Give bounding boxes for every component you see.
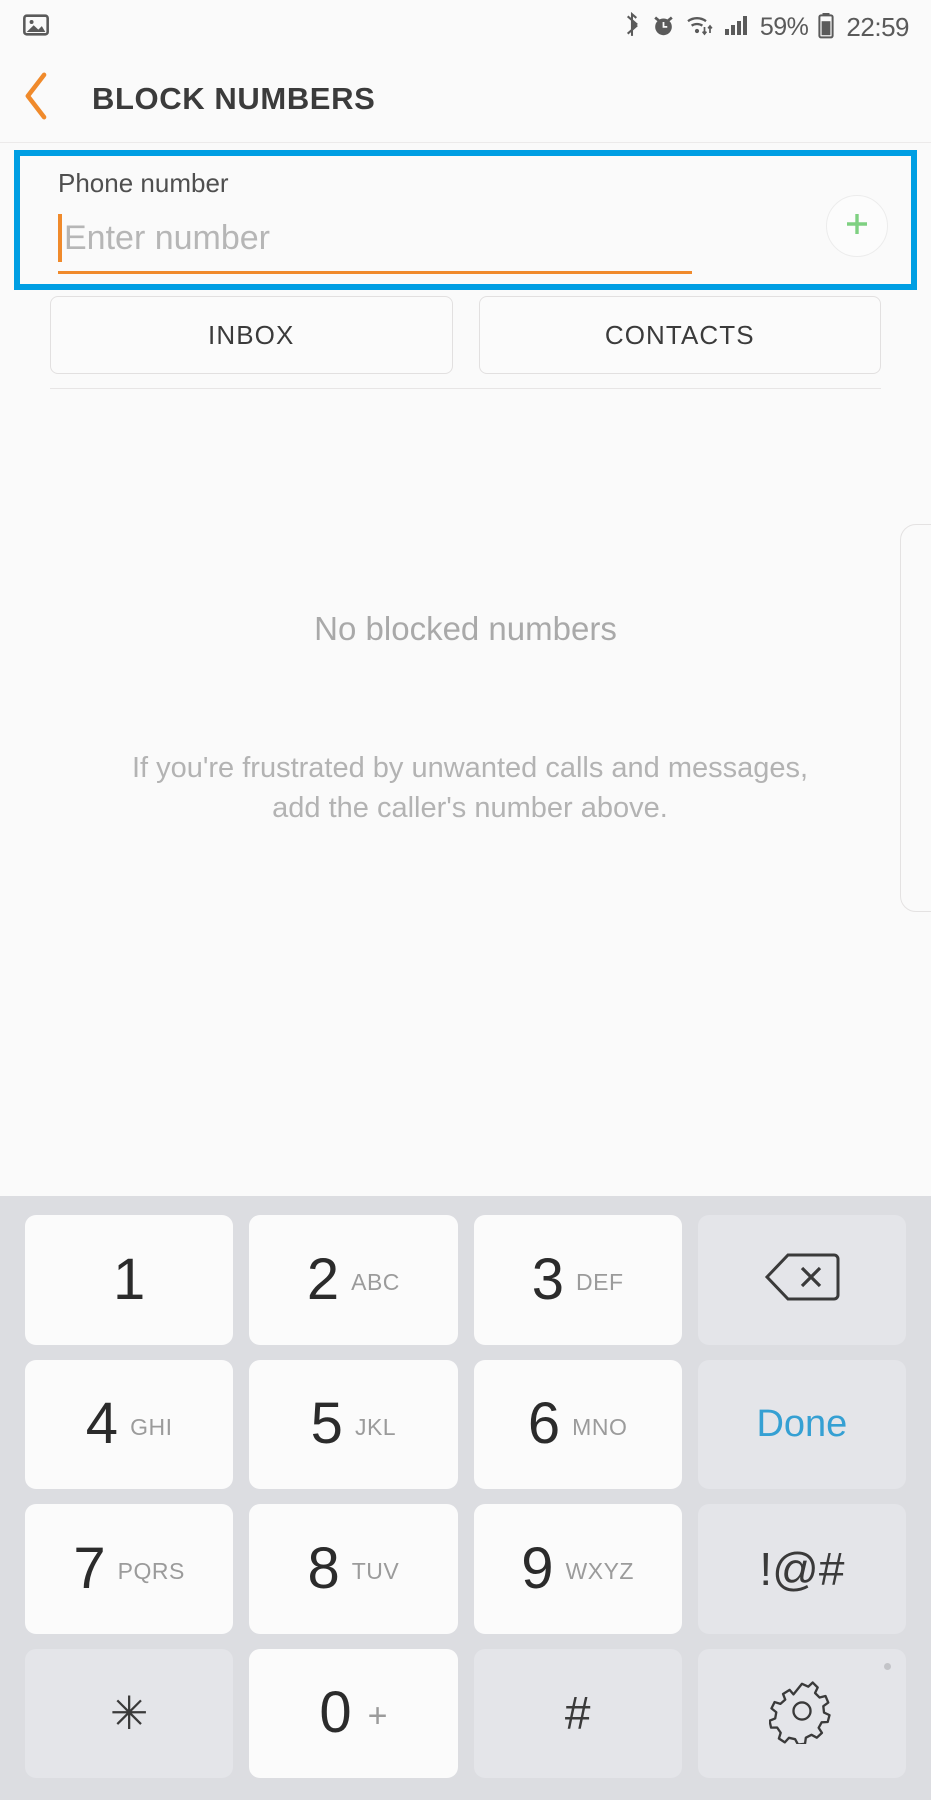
key-letters-label: DEF: [576, 1269, 624, 1296]
key-digit-label: 3: [531, 1246, 564, 1312]
key-symbol-label: !@#: [759, 1542, 845, 1595]
key-5[interactable]: 5 JKL: [249, 1359, 458, 1489]
key-symbol-label: #: [564, 1687, 591, 1740]
empty-state-description: If you're frustrated by unwanted calls a…: [131, 752, 809, 825]
key-done-label: Done: [756, 1402, 848, 1445]
phone-number-field-highlight: Phone number: [14, 150, 917, 290]
phone-number-input[interactable]: [64, 210, 693, 266]
key-letters-label: ABC: [351, 1269, 400, 1296]
key-digit-label: 0: [319, 1680, 352, 1746]
key-letters-label: MNO: [572, 1413, 628, 1440]
gear-icon: [768, 1678, 835, 1749]
key-letters-label: JKL: [354, 1413, 397, 1440]
key-letters-label: WXYZ: [565, 1558, 634, 1585]
image-icon: [22, 11, 50, 44]
key-2[interactable]: 2 ABC: [249, 1215, 458, 1345]
list-divider: [50, 388, 881, 389]
clock-label: 22:59: [846, 12, 909, 42]
key-digit-label: 5: [310, 1391, 343, 1457]
numeric-keypad: 1 2 ABC 3 DEF 4 GHI 5 JKL 6 MNO Done 7 PQRS 8 TUV 9 WXYZ!…: [0, 1196, 931, 1800]
key-digit-label: 7: [73, 1535, 106, 1601]
offscreen-panel-edge: [900, 524, 931, 912]
battery-percent-label: 59%: [759, 13, 809, 41]
key-settings[interactable]: [697, 1648, 906, 1778]
key-1[interactable]: 1: [25, 1215, 234, 1345]
wifi-icon: [685, 12, 715, 43]
key-digit-label: 1: [112, 1246, 146, 1312]
key-done[interactable]: Done: [697, 1359, 906, 1489]
key-7[interactable]: 7 PQRS: [25, 1504, 234, 1634]
alarm-icon: [651, 13, 676, 43]
text-caret: [58, 214, 62, 262]
backspace-icon: [764, 1249, 840, 1310]
key-8[interactable]: 8 TUV: [249, 1504, 458, 1634]
phone-screen: 59% 22:59 BLOCK NUMBERS Phone number Ent…: [0, 0, 931, 1800]
key-star[interactable]: ✳: [25, 1648, 234, 1778]
key-letters-label: PQRS: [117, 1558, 185, 1585]
page-title: BLOCK NUMBERS: [92, 80, 376, 116]
add-number-button[interactable]: [826, 195, 888, 257]
key-9[interactable]: 9 WXYZ: [473, 1504, 682, 1634]
status-bar-left: [22, 11, 50, 44]
app-bar: BLOCK NUMBERS: [0, 55, 931, 143]
inbox-button[interactable]: INBOX: [50, 296, 453, 374]
key-6[interactable]: 6 MNO: [473, 1359, 682, 1489]
key-symbol-label: ✳: [109, 1687, 149, 1740]
key-letters-label: GHI: [130, 1413, 173, 1440]
key-digit-label: 6: [527, 1391, 561, 1457]
key-0[interactable]: 0 +: [249, 1648, 458, 1778]
input-underline: [58, 271, 692, 274]
signal-icon: [724, 12, 751, 43]
key-digit-label: 8: [307, 1535, 340, 1601]
settings-badge-dot: [884, 1662, 891, 1670]
key-backspace[interactable]: [697, 1215, 906, 1345]
status-bar: 59% 22:59: [0, 0, 931, 55]
key-plus-label: +: [367, 1696, 388, 1735]
phone-number-input-wrap[interactable]: [58, 210, 693, 268]
key-3[interactable]: 3 DEF: [473, 1215, 682, 1345]
phone-number-label: Phone number: [58, 168, 229, 198]
back-button[interactable]: [0, 55, 74, 143]
key-4[interactable]: 4 GHI: [25, 1359, 234, 1489]
empty-state-title: No blocked numbers: [314, 610, 617, 647]
battery-icon: [817, 12, 835, 44]
chevron-left-icon: [22, 72, 52, 125]
key-digit-label: 9: [521, 1535, 554, 1601]
key-digit-label: 2: [306, 1246, 340, 1312]
source-buttons-row: INBOX CONTACTS: [0, 296, 931, 374]
plus-icon: [840, 207, 874, 246]
key-digit-label: 4: [85, 1391, 119, 1457]
status-bar-right: 59% 22:59: [622, 11, 909, 44]
contacts-button[interactable]: CONTACTS: [478, 296, 881, 374]
key-symbols[interactable]: !@#: [697, 1504, 906, 1634]
bluetooth-icon: [622, 11, 642, 43]
key-letters-label: TUV: [351, 1558, 400, 1585]
key-hash[interactable]: #: [473, 1648, 682, 1778]
